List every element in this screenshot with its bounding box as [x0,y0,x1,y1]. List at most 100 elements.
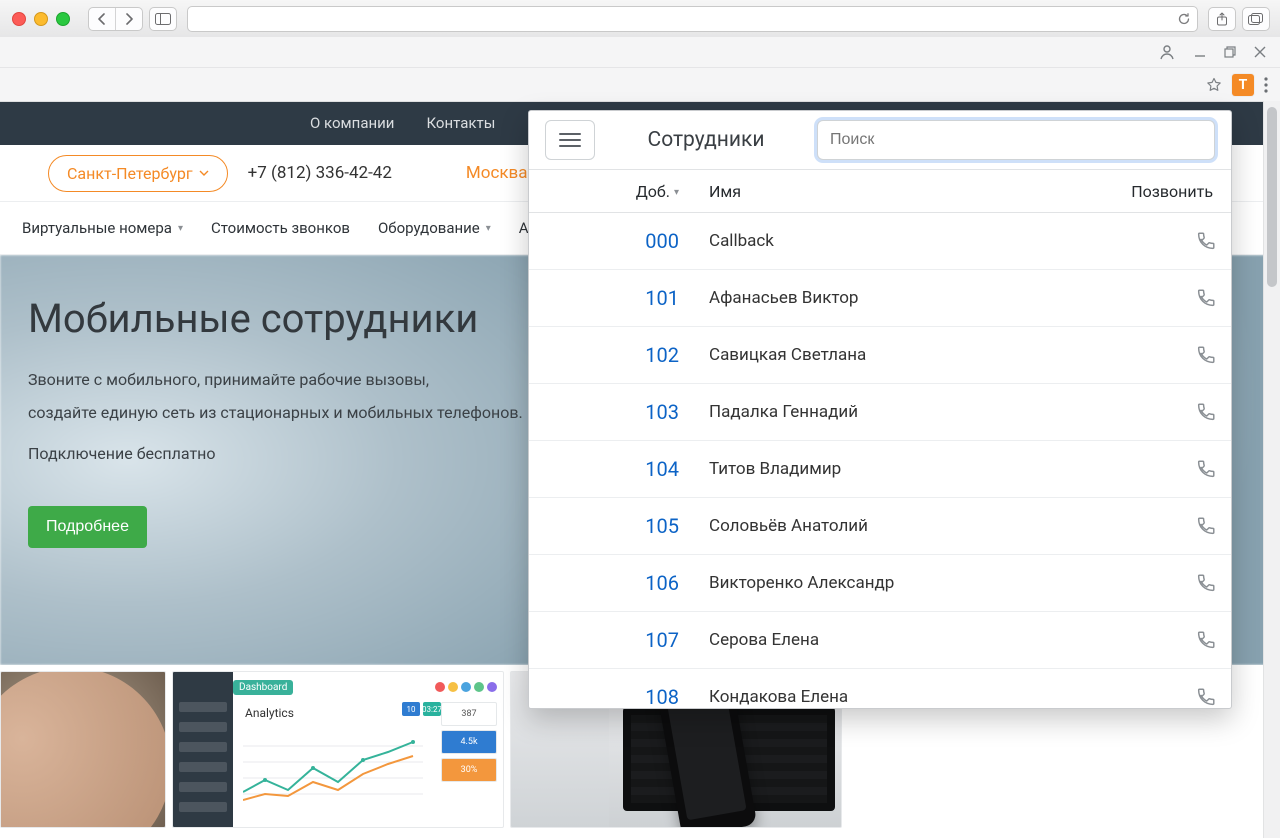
topnav-about[interactable]: О компании [310,114,394,132]
popup-header: Сотрудники [529,111,1231,170]
employee-call-button[interactable] [1167,629,1217,651]
dashboard-card-3: 30% [441,758,497,782]
employee-row[interactable]: 108Кондакова Елена [529,669,1231,708]
tabs-button[interactable] [1243,8,1269,30]
employee-call-button[interactable] [1167,401,1217,423]
employee-name: Титов Владимир [701,459,1167,479]
employee-call-button[interactable] [1167,515,1217,537]
share-button[interactable] [1209,8,1235,30]
catnav-equip-label: Оборудование [378,219,480,237]
employee-name: Афанасьев Виктор [701,288,1167,308]
employee-name: Соловьёв Анатолий [701,516,1167,536]
catnav-cost[interactable]: Стоимость звонков [211,219,350,237]
employee-extension: 101 [529,286,701,310]
city-selector-pill[interactable]: Санкт-Петербург [48,155,228,192]
employee-rows: 000Callback101Афанасьев Виктор102Савицка… [529,213,1231,708]
employee-row[interactable]: 104Титов Владимир [529,441,1231,498]
window-fullscreen-button[interactable] [56,12,70,26]
window-minimize-icon[interactable] [1194,46,1206,58]
employee-extension: 102 [529,343,701,367]
employee-call-button[interactable] [1167,230,1217,252]
profile-icon[interactable] [1158,43,1176,61]
window-close-button[interactable] [12,12,26,26]
extension-badge[interactable]: T [1232,74,1254,96]
phone-icon [1195,572,1217,594]
employee-extension: 107 [529,628,701,652]
dashboard-title: Analytics [245,706,294,720]
employee-row[interactable]: 101Афанасьев Виктор [529,270,1231,327]
nav-back-forward [88,7,143,31]
employee-extension: 105 [529,514,701,538]
chevron-down-icon: ▾ [486,223,491,234]
safari-toolbar [0,0,1280,38]
employee-row[interactable]: 000Callback [529,213,1231,270]
extension-popup: Сотрудники Доб. ▾ Имя Позвонить 000Callb… [528,110,1232,709]
phone-spb[interactable]: +7 (812) 336-42-42 [248,163,392,183]
browser-menu-icon[interactable] [1264,77,1268,93]
back-button[interactable] [89,8,115,30]
reload-icon[interactable] [1177,12,1191,26]
employee-call-button[interactable] [1167,686,1217,708]
employee-extension: 106 [529,571,701,595]
catnav-equip[interactable]: Оборудование ▾ [378,219,491,237]
employee-name: Викторенко Александр [701,573,1167,593]
dashboard-time-badge: 03:27 [423,702,441,716]
hero-more-button[interactable]: Подробнее [28,506,147,548]
popup-search-input[interactable] [817,120,1215,160]
phone-icon [1195,287,1217,309]
window-close-icon[interactable] [1254,46,1266,58]
sidebar-toggle-button[interactable] [150,8,176,30]
tile-hand-phone[interactable] [0,671,166,828]
bookmark-star-icon[interactable] [1206,77,1222,93]
employee-row[interactable]: 107Серова Елена [529,612,1231,669]
employee-call-button[interactable] [1167,458,1217,480]
forward-button[interactable] [115,8,142,30]
employee-name: Callback [701,231,1167,251]
tile-dashboard[interactable]: Dashboard 10 03:27 Analytics [172,671,504,828]
browser-secondary-toolbar: T [0,37,1280,102]
employee-row[interactable]: 105Соловьёв Анатолий [529,498,1231,555]
col-name-header[interactable]: Имя [701,182,1103,201]
col-extension-header[interactable]: Доб. ▾ [529,182,701,201]
window-restore-icon[interactable] [1224,46,1236,58]
phone-icon [1195,686,1217,708]
city-selector-label: Санкт-Петербург [67,164,193,183]
chevron-down-icon: ▾ [178,223,183,234]
employee-call-button[interactable] [1167,344,1217,366]
city-link-moscow[interactable]: Москва [466,163,528,183]
chevron-down-icon: ▾ [674,187,679,198]
employee-row[interactable]: 103Падалка Геннадий [529,384,1231,441]
employee-extension: 103 [529,400,701,424]
chevron-down-icon [199,170,209,176]
popup-menu-button[interactable] [545,120,595,160]
phone-icon [1195,515,1217,537]
dashboard-card-1: 387 [441,702,497,726]
page-scrollbar-thumb[interactable] [1267,107,1277,287]
popup-column-headers: Доб. ▾ Имя Позвонить [529,170,1231,213]
employee-row[interactable]: 106Викторенко Александр [529,555,1231,612]
dashboard-card-2: 4.5k [441,730,497,754]
catnav-virtnum-label: Виртуальные номера [22,219,172,237]
hand-illustration [0,671,166,828]
window-minimize-button[interactable] [34,12,48,26]
dashboard-avatars [435,682,497,692]
phone-icon [1195,629,1217,651]
traffic-lights [12,12,70,26]
employee-call-button[interactable] [1167,287,1217,309]
dashboard-tab: Dashboard [233,680,293,695]
dashboard-chart [243,730,423,812]
address-bar[interactable] [187,6,1198,32]
employee-call-button[interactable] [1167,572,1217,594]
catnav-virtnum[interactable]: Виртуальные номера ▾ [22,219,183,237]
col-call-header: Позвонить [1103,182,1231,201]
page-scrollbar[interactable] [1263,101,1280,838]
phone-icon [1195,401,1217,423]
col-extension-label: Доб. [636,182,670,201]
employee-row[interactable]: 102Савицкая Светлана [529,327,1231,384]
phone-icon [1195,344,1217,366]
topnav-contacts[interactable]: Контакты [426,114,495,132]
employee-name: Серова Елена [701,630,1167,650]
phone-icon [1195,230,1217,252]
employee-name: Савицкая Светлана [701,345,1167,365]
phone-icon [1195,458,1217,480]
